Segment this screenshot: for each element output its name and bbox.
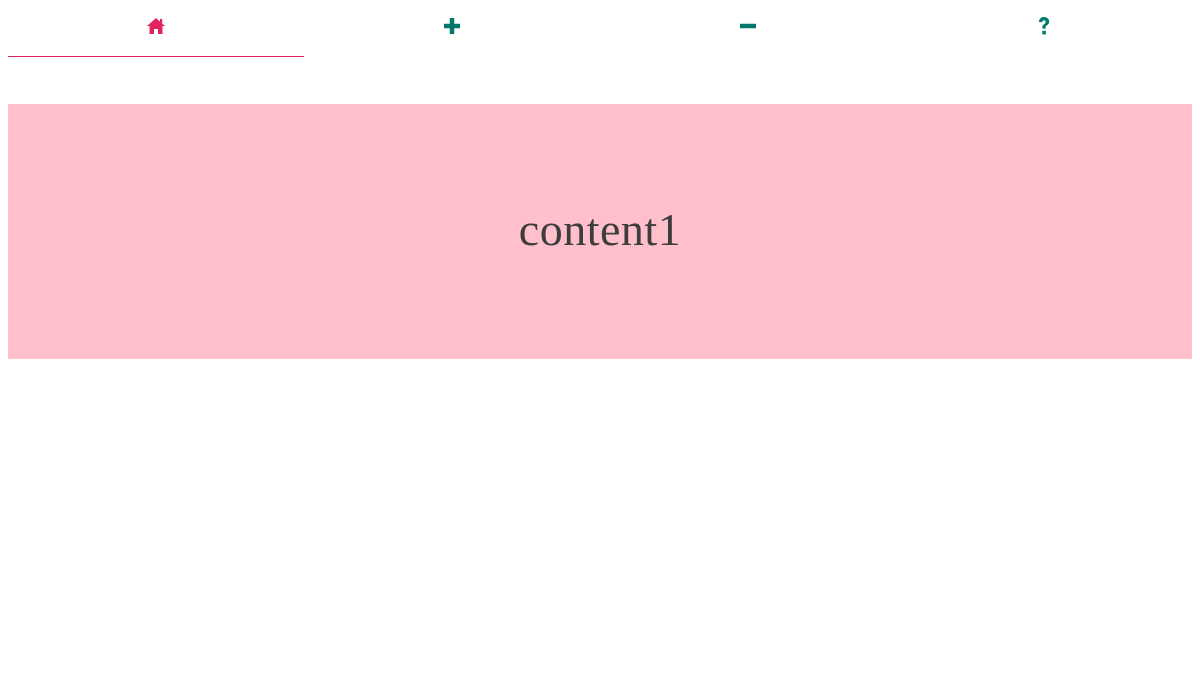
plus-icon [441,15,463,37]
content-panel: content1 [8,104,1192,359]
home-icon [145,15,167,37]
app-root: content1 [0,0,1200,682]
tab-add[interactable] [304,0,600,58]
tab-remove[interactable] [600,0,896,58]
content-text: content1 [518,204,682,255]
tab-bar [8,0,1192,58]
tab-home[interactable] [8,0,304,58]
tab-help[interactable] [896,0,1192,58]
question-icon [1033,15,1055,37]
minus-icon [737,15,759,37]
